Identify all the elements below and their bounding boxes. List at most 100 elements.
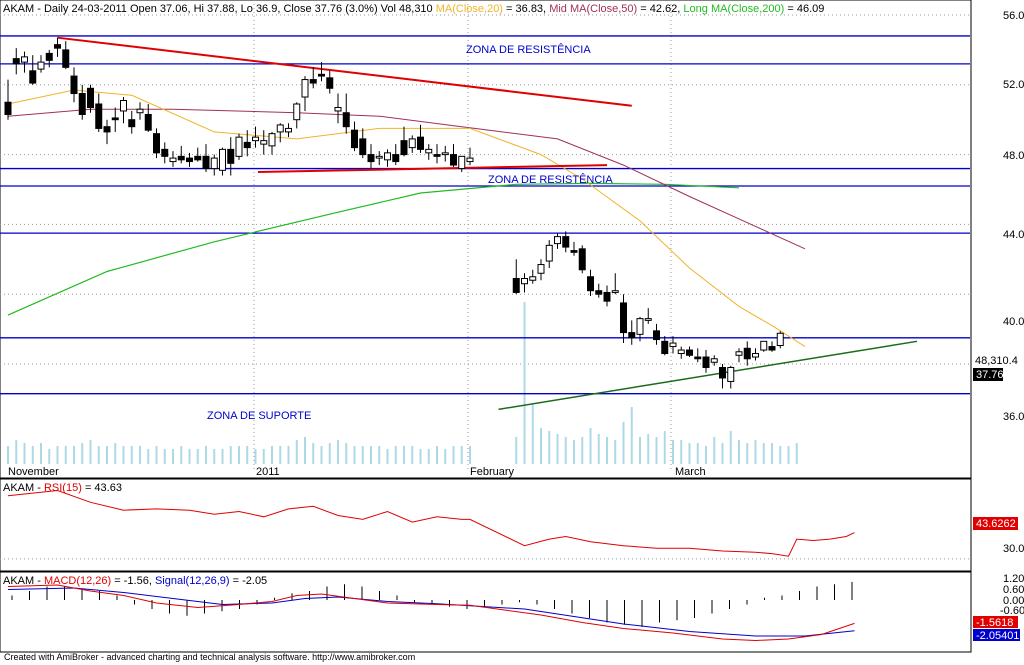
candle-body	[293, 103, 301, 121]
candle-body	[450, 154, 457, 166]
candle-body	[529, 276, 537, 281]
price-tick: 48.0	[1003, 150, 1024, 162]
candle-body	[661, 340, 669, 355]
candle-body	[408, 138, 416, 149]
candle-body	[120, 100, 127, 112]
candle-body	[653, 330, 660, 341]
zone-resistance-label-2: ZONA DE RESISTÊNCIA	[488, 173, 613, 186]
candle-body	[4, 101, 12, 115]
candle-body	[235, 136, 243, 157]
candle-body	[301, 79, 309, 98]
candle-body	[595, 290, 603, 295]
x-label-february: February	[470, 466, 515, 478]
candle-body	[417, 136, 424, 150]
candle-body	[285, 127, 292, 133]
candle-body	[78, 93, 86, 115]
candle-body	[29, 70, 37, 84]
footer-credit: Created with AmiBroker - advanced charti…	[4, 652, 416, 662]
candle-body	[686, 349, 693, 356]
candle-body	[537, 264, 545, 274]
candle-body	[768, 346, 776, 351]
candle-body	[268, 133, 276, 147]
signal-badge: -2.05401	[976, 630, 1019, 642]
candle-body	[62, 49, 70, 68]
candle-body	[710, 358, 718, 363]
rsi-tick: 30.0	[1003, 543, 1024, 555]
candle-body	[636, 318, 644, 335]
candle-body	[702, 356, 710, 368]
candle-body	[677, 349, 685, 355]
candle-body	[628, 332, 636, 339]
candle-body	[95, 103, 103, 129]
candle-body	[243, 141, 251, 149]
candle-body	[776, 332, 784, 347]
price-tick: 40.0	[1003, 316, 1024, 328]
candle-body	[433, 154, 441, 157]
candle-body	[512, 277, 520, 293]
candle-body	[466, 157, 474, 163]
x-label-november: November	[8, 466, 59, 478]
x-label-2011: 2011	[256, 466, 280, 478]
candle-body	[252, 136, 259, 142]
candle-body	[342, 112, 350, 128]
price-panel	[0, 0, 972, 479]
candle-body	[169, 157, 177, 163]
candle-body	[103, 126, 111, 133]
candle-body	[603, 291, 611, 302]
candle-body	[12, 58, 20, 65]
candle-body	[441, 152, 449, 156]
candle-body	[227, 148, 235, 164]
rsi-header: AKAM - RSI(15) = 43.63	[3, 482, 122, 494]
macd-badge: -1.5618	[976, 617, 1013, 629]
candle-body	[375, 155, 383, 159]
candle-body	[587, 276, 594, 292]
candle-body	[136, 108, 144, 114]
candle-body	[161, 148, 169, 157]
candle-body	[219, 148, 226, 171]
candle-body	[367, 154, 375, 163]
macd-header: AKAM - MACD(12,26) = -1.56, Signal(12,26…	[3, 575, 267, 587]
candle-body	[694, 356, 702, 360]
volume-badge: 48,310.4	[975, 355, 1018, 367]
candle-body	[111, 117, 119, 121]
candle-body	[578, 248, 586, 271]
candle-body	[669, 342, 677, 348]
candle-body	[177, 155, 185, 161]
candle-body	[194, 155, 202, 161]
candle-body	[545, 244, 553, 262]
candle-body	[186, 157, 193, 163]
candle-body	[644, 318, 652, 321]
candle-body	[570, 250, 578, 253]
candle-body	[554, 236, 561, 245]
candle-body	[359, 138, 367, 156]
price-badge: 37.76	[976, 369, 1004, 381]
candle-body	[760, 340, 768, 351]
candle-body	[735, 351, 743, 356]
price-header: AKAM - Daily 24-03-2011 Open 37.06, Hi 3…	[3, 3, 824, 15]
rsi-badge: 43.6262	[976, 518, 1016, 530]
candle-body	[128, 119, 136, 128]
price-tick: 52.0	[1003, 79, 1024, 91]
candle-body	[392, 154, 400, 163]
candle-body	[276, 124, 284, 133]
price-tick: 36.0	[1003, 411, 1024, 423]
candle-body	[384, 152, 391, 161]
candle-body	[521, 277, 528, 285]
price-tick: 44.0	[1003, 229, 1024, 241]
macd-tick: -0.60	[1000, 605, 1024, 617]
candle-body	[326, 77, 334, 89]
candle-body	[153, 133, 160, 154]
candle-body	[260, 140, 268, 145]
candle-body	[400, 140, 408, 156]
candle-body	[719, 366, 726, 379]
candle-body	[37, 61, 45, 70]
candle-body	[54, 44, 61, 49]
candle-body	[45, 52, 53, 61]
x-label-march: March	[675, 466, 706, 478]
price-tick: 56.0	[1003, 10, 1024, 22]
candle-body	[202, 155, 210, 170]
candle-body	[70, 75, 78, 95]
candle-body	[144, 113, 152, 131]
candle-body	[21, 56, 28, 63]
candle-body	[620, 302, 627, 334]
